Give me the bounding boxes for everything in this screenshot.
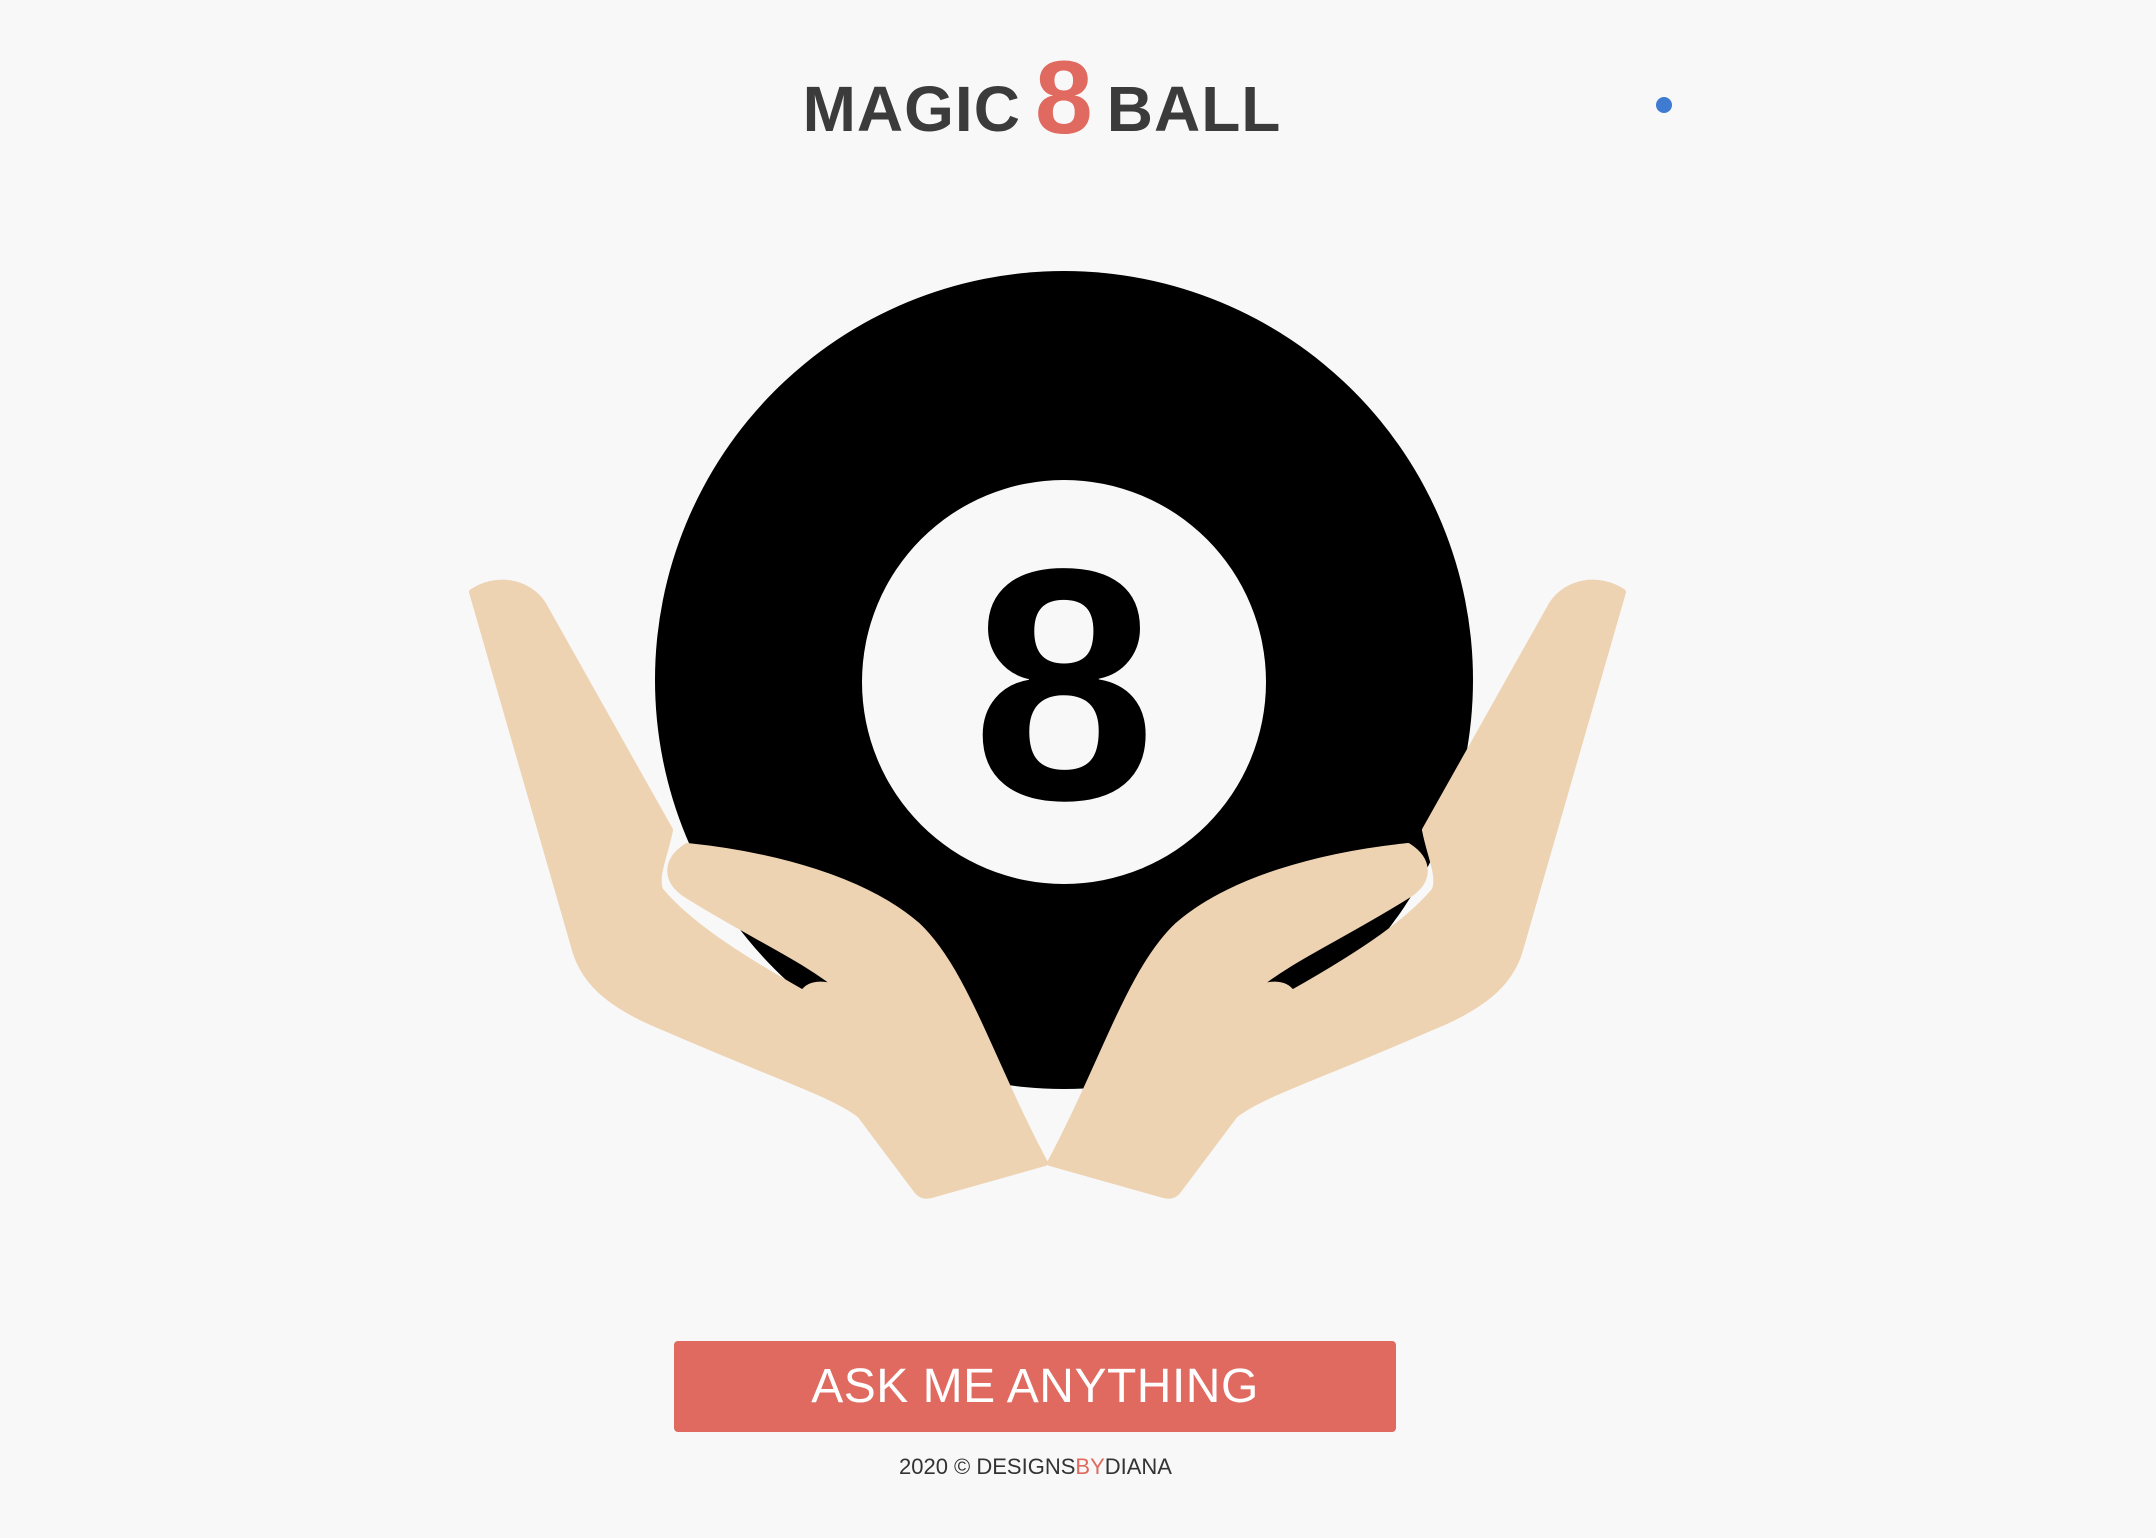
- title-ball: BALL: [1106, 73, 1282, 145]
- ask-me-anything-button[interactable]: ASK ME ANYTHING: [674, 1341, 1396, 1432]
- title-eight: 8: [1034, 40, 1093, 156]
- status-dot-icon: [1656, 97, 1672, 113]
- title-magic: MAGIC: [802, 73, 1021, 145]
- footer-suffix: DIANA: [1104, 1454, 1172, 1479]
- footer-highlight: BY: [1075, 1454, 1105, 1479]
- footer-prefix: 2020 © DESIGNS: [898, 1454, 1076, 1479]
- footer-credit: 2020 © DESIGNSBYDIANA: [0, 1454, 2071, 1480]
- magic-8-ball-illustration: 8: [469, 271, 1626, 1199]
- page-title: MAGIC 8 BALL: [0, 44, 2084, 150]
- eight-ball-number: 8: [972, 500, 1156, 869]
